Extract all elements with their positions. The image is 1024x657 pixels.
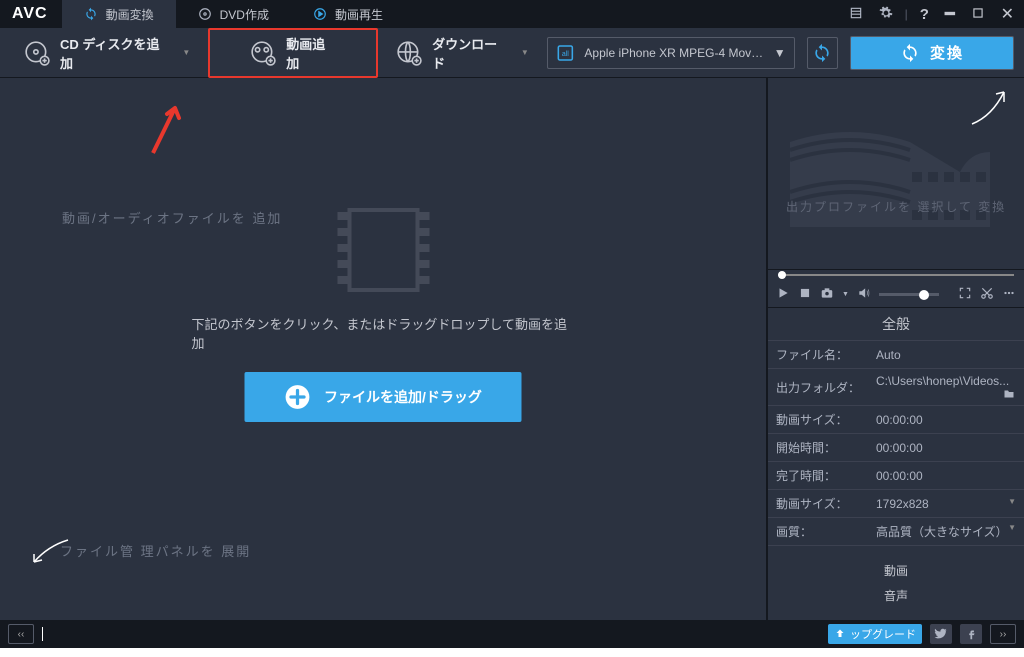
filmstrip-icon xyxy=(347,208,419,292)
refresh-icon xyxy=(84,7,98,21)
maximize-button[interactable] xyxy=(967,4,989,25)
more-button[interactable] xyxy=(1002,286,1016,303)
row-end: 完了時間：00:00:00 xyxy=(768,462,1024,490)
convert-button[interactable]: 変換 xyxy=(850,36,1014,70)
refresh-button[interactable] xyxy=(807,37,838,69)
tab-play[interactable]: 動画再生 xyxy=(291,0,405,28)
snapshot-button[interactable] xyxy=(820,286,834,303)
globe-plus-icon xyxy=(396,40,422,66)
folder-value[interactable]: C:\Users\honep\Videos... xyxy=(868,369,1024,406)
timeline-knob[interactable] xyxy=(778,271,786,279)
section-audio[interactable]: 音声 xyxy=(768,583,1024,608)
right-panel: 出力プロファイルを 選択して 変換 ▼ 全般 ファイル名：Auto 出力フォルダ… xyxy=(768,78,1024,620)
preview-area: 出力プロファイルを 選択して 変換 xyxy=(768,78,1024,270)
info-header: 全般 xyxy=(768,308,1024,340)
statusbar: ‹‹ ップグレード ›› xyxy=(0,620,1024,648)
tab-convert[interactable]: 動画変換 xyxy=(62,0,176,28)
toolbar: CD ディスクを追加 ▼ 動画追加 ダウンロード ▼ all Apple iPh… xyxy=(0,28,1024,78)
stop-button[interactable] xyxy=(798,286,812,303)
add-cd-button[interactable]: CD ディスクを追加 ▼ xyxy=(10,28,204,78)
disc-plus-icon xyxy=(24,40,50,66)
player-controls: ▼ xyxy=(768,281,1024,308)
row-filename: ファイル名：Auto xyxy=(768,341,1024,369)
menu-icon[interactable] xyxy=(845,4,867,25)
drop-zone: 下記のボタンをクリック、またはドラッグドロップして動画を追加 ファイルを追加/ド… xyxy=(192,208,575,422)
row-start: 開始時間：00:00:00 xyxy=(768,434,1024,462)
arrow-hint-icon xyxy=(970,86,1010,126)
convert-icon xyxy=(900,43,920,63)
chevron-down-icon: ▼ xyxy=(182,48,190,57)
main-area: 動画/オーディオファイルを 追加 下記のボタンをクリック、またはドラッグドロップ… xyxy=(0,78,1024,620)
quality-value[interactable]: 高品質（大きなサイズ）▼ xyxy=(868,518,1024,546)
output-profile-selector[interactable]: all Apple iPhone XR MPEG-4 Movie (*.m...… xyxy=(547,37,795,69)
hint-expand-panel: ファイル管 理パネルを 展開 xyxy=(60,541,251,560)
upgrade-button[interactable]: ップグレード xyxy=(828,624,922,644)
collapse-button[interactable]: ‹‹ xyxy=(8,624,34,644)
twitter-button[interactable] xyxy=(930,624,952,644)
dimensions-value[interactable]: 1792x828▼ xyxy=(868,490,1024,518)
section-video[interactable]: 動画 xyxy=(768,558,1024,583)
filename-value[interactable]: Auto xyxy=(868,341,1024,369)
app-logo: AVC xyxy=(12,5,48,23)
disc-icon xyxy=(198,7,212,21)
fullscreen-button[interactable] xyxy=(958,286,972,303)
add-file-button[interactable]: ファイルを追加/ドラッグ xyxy=(244,372,522,422)
info-table: ファイル名：Auto 出力フォルダ：C:\Users\honep\Videos.… xyxy=(768,340,1024,546)
titlebar: AVC 動画変換 DVD作成 動画再生 | ? ━ ✕ xyxy=(0,0,1024,28)
folder-icon xyxy=(1002,388,1016,400)
tab-dvd[interactable]: DVD作成 xyxy=(176,0,291,28)
play-circle-icon xyxy=(313,7,327,21)
film-plus-icon xyxy=(250,40,276,66)
settings-icon[interactable] xyxy=(875,4,897,25)
profile-all-icon: all xyxy=(556,42,575,64)
facebook-icon xyxy=(964,627,978,641)
upgrade-icon xyxy=(834,628,846,640)
add-video-button[interactable]: 動画追加 xyxy=(208,28,378,78)
close-button[interactable]: ✕ xyxy=(997,2,1018,26)
chevron-down-icon: ▼ xyxy=(774,46,784,60)
download-button[interactable]: ダウンロード ▼ xyxy=(382,28,543,78)
facebook-button[interactable] xyxy=(960,624,982,644)
help-button[interactable]: ? xyxy=(916,4,933,25)
svg-text:all: all xyxy=(562,51,569,58)
row-folder: 出力フォルダ：C:\Users\honep\Videos... xyxy=(768,369,1024,406)
file-list-pane[interactable]: 動画/オーディオファイルを 追加 下記のボタンをクリック、またはドラッグドロップ… xyxy=(0,78,768,620)
row-quality: 画質：高品質（大きなサイズ）▼ xyxy=(768,518,1024,546)
volume-button[interactable] xyxy=(857,286,871,303)
drop-label: 下記のボタンをクリック、またはドラッグドロップして動画を追加 xyxy=(192,314,575,352)
volume-slider[interactable] xyxy=(879,293,939,296)
cut-button[interactable] xyxy=(980,286,994,303)
refresh-icon xyxy=(812,43,832,63)
timeline[interactable] xyxy=(768,270,1024,282)
play-button[interactable] xyxy=(776,286,790,303)
app-window: AVC 動画変換 DVD作成 動画再生 | ? ━ ✕ CD ディスクを追加 ▼ xyxy=(0,0,1024,648)
annotation-arrow-icon xyxy=(145,98,185,158)
row-dimensions: 動画サイズ：1792x828▼ xyxy=(768,490,1024,518)
info-sections: 動画 音声 xyxy=(768,546,1024,620)
chevron-down-icon[interactable]: ▼ xyxy=(842,291,849,298)
expand-button[interactable]: ›› xyxy=(990,624,1016,644)
cursor-indicator xyxy=(42,627,43,641)
row-duration: 動画サイズ：00:00:00 xyxy=(768,406,1024,434)
plus-circle-icon xyxy=(284,384,310,410)
chevron-down-icon: ▼ xyxy=(521,48,529,57)
minimize-button[interactable]: ━ xyxy=(941,2,959,26)
twitter-icon xyxy=(934,627,948,641)
hint-select-profile: 出力プロファイルを 選択して 変換 xyxy=(786,198,1006,215)
